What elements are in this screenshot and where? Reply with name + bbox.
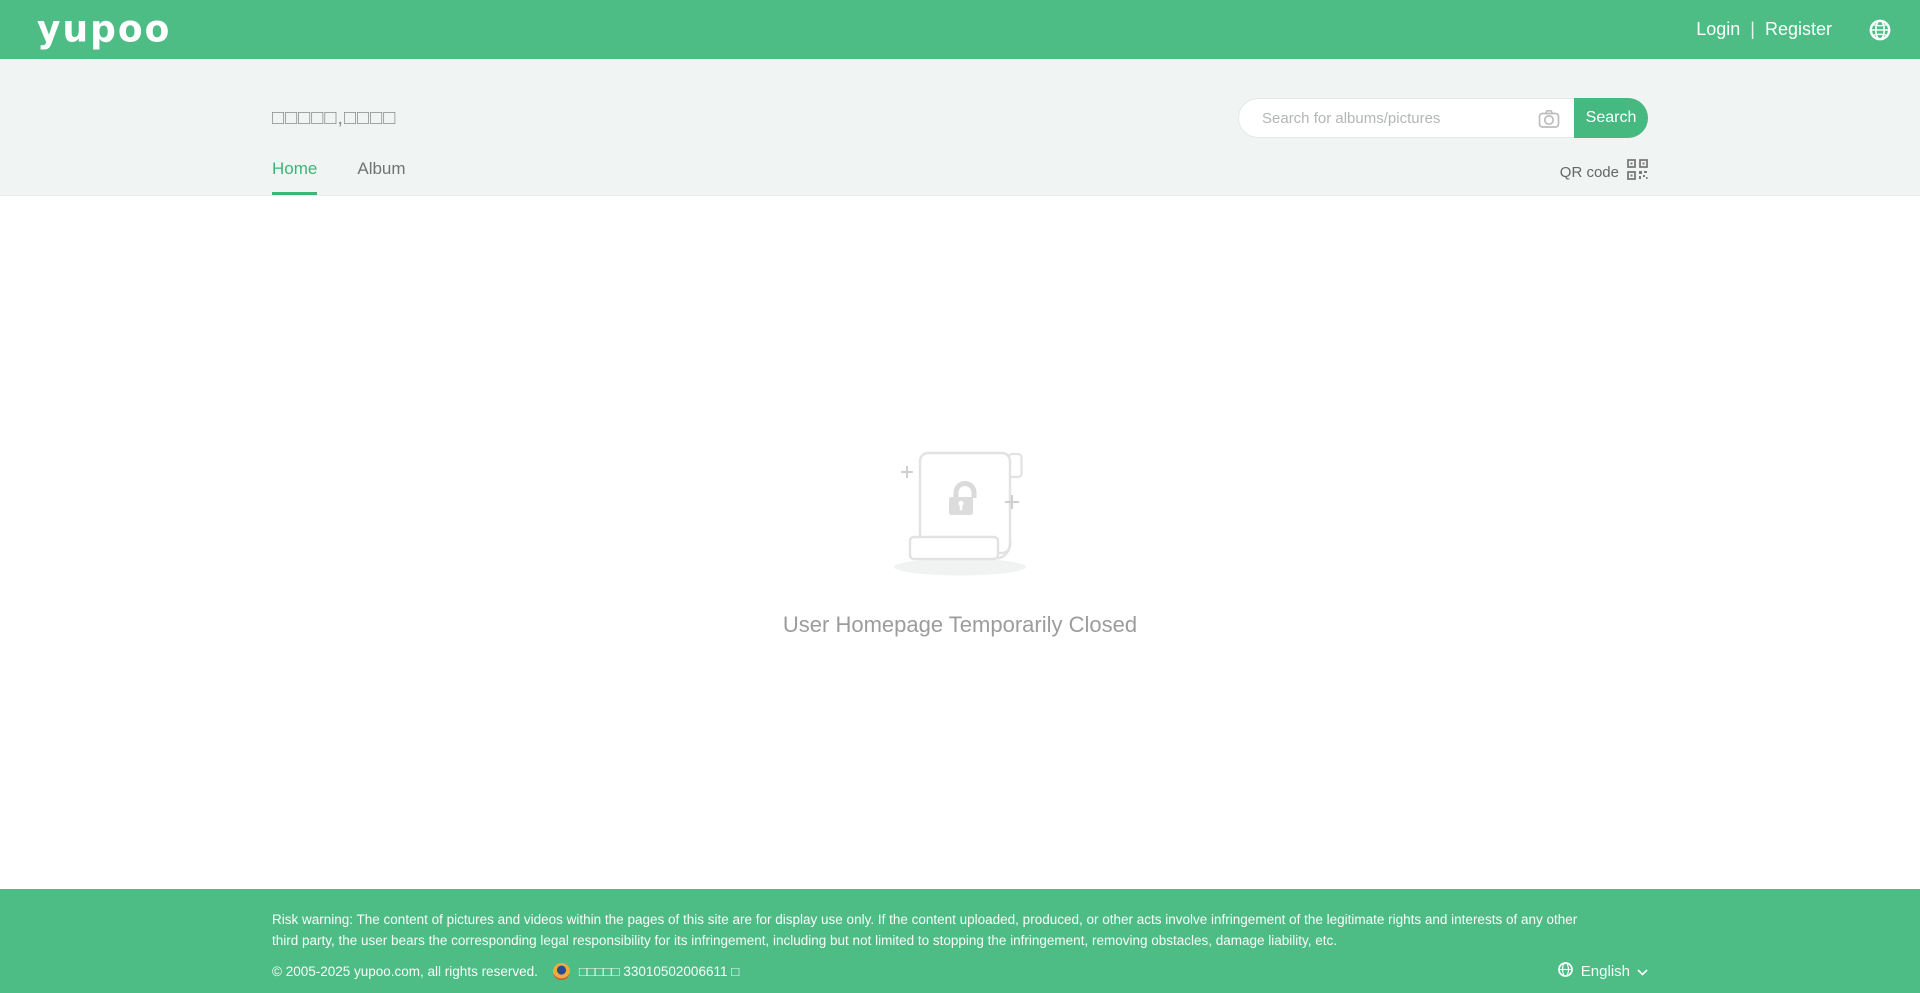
profile-header: □□□□□,□□□□ Search Home Album QR c <box>0 59 1920 196</box>
beian-text[interactable]: □□□□□ 33010502006611 □ <box>579 964 740 979</box>
search-button[interactable]: Search <box>1574 98 1648 138</box>
tab-home[interactable]: Home <box>272 159 317 195</box>
top-bar: yupoo Login | Register <box>0 0 1920 59</box>
locked-scroll-illustration <box>860 445 1060 590</box>
yupoo-logo[interactable]: yupoo <box>37 8 171 51</box>
footer: Risk warning: The content of pictures an… <box>0 889 1920 993</box>
police-badge-icon <box>553 963 570 980</box>
auth-separator: | <box>1750 19 1755 40</box>
tab-album[interactable]: Album <box>357 159 405 195</box>
closed-message: User Homepage Temporarily Closed <box>783 612 1137 638</box>
image-search-camera-icon[interactable] <box>1537 107 1561 136</box>
auth-nav: Login | Register <box>1686 19 1842 40</box>
profile-tabs: Home Album <box>272 159 406 195</box>
language-label: English <box>1581 963 1630 980</box>
risk-warning-text: Risk warning: The content of pictures an… <box>272 910 1602 951</box>
user-title: □□□□□,□□□□ <box>272 107 396 130</box>
chevron-down-icon <box>1637 963 1648 980</box>
copyright-group: © 2005-2025 yupoo.com, all rights reserv… <box>272 963 739 980</box>
register-link[interactable]: Register <box>1755 19 1842 40</box>
language-selector[interactable]: English <box>1557 961 1648 982</box>
search-bar: Search <box>1238 98 1648 138</box>
login-link[interactable]: Login <box>1686 19 1750 40</box>
shadow-ellipse <box>894 559 1026 576</box>
copyright-text: © 2005-2025 yupoo.com, all rights reserv… <box>272 964 538 979</box>
qr-code-icon <box>1627 159 1648 185</box>
language-globe-icon[interactable] <box>1868 18 1892 42</box>
footer-globe-icon <box>1557 961 1574 982</box>
qr-code-label: QR code <box>1560 164 1619 181</box>
main-content: User Homepage Temporarily Closed <box>0 196 1920 889</box>
qr-code-control[interactable]: QR code <box>1560 159 1648 185</box>
